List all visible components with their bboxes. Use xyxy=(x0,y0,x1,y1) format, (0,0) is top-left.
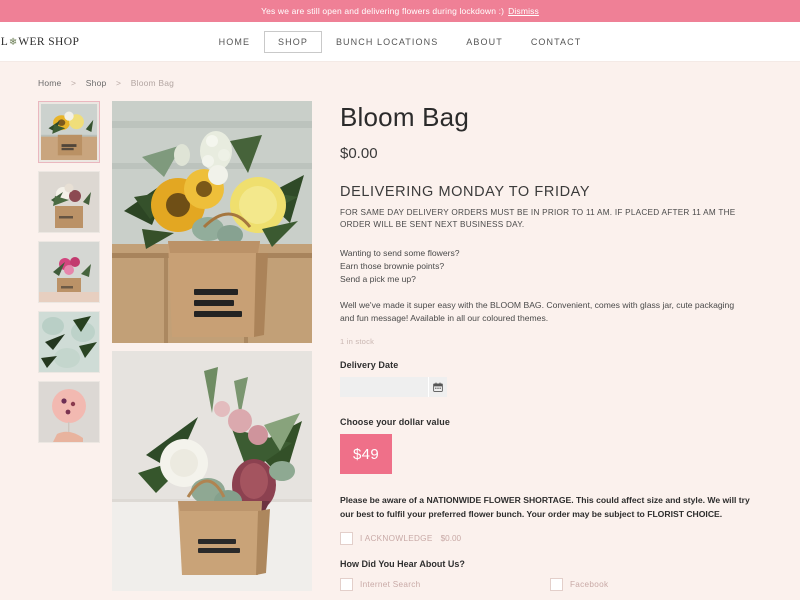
delivery-date-field xyxy=(340,377,772,398)
breadcrumb-home[interactable]: Home xyxy=(38,78,61,88)
product-gallery: HAPPY FREAKIN BIRTHDAY! xyxy=(112,98,312,600)
delivery-fineprint: FOR SAME DAY DELIVERY ORDERS MUST BE IN … xyxy=(340,208,736,229)
product-questions: Wanting to send some flowers? Earn those… xyxy=(340,247,460,285)
nav-item-shop[interactable]: SHOP xyxy=(264,30,322,53)
breadcrumb-current: Bloom Bag xyxy=(130,78,175,88)
thumbnail-item[interactable] xyxy=(38,241,100,303)
dismiss-link[interactable]: Dismiss xyxy=(508,6,539,16)
breadcrumb-separator: > xyxy=(71,78,77,88)
dollar-option-49[interactable]: $49 xyxy=(340,434,392,475)
survey-label-facebook: Facebook xyxy=(570,580,609,590)
announcement-bar: Yes we are still open and delivering flo… xyxy=(0,0,800,22)
site-logo[interactable]: FL ❄ WER SHOP xyxy=(0,36,79,48)
thumbnail-item[interactable] xyxy=(38,311,100,373)
thumbnail-item[interactable] xyxy=(38,381,100,443)
survey-checkbox-internet-search[interactable] xyxy=(340,578,353,592)
delivery-date-label: Delivery Date xyxy=(340,360,399,371)
survey-option-facebook: Facebook xyxy=(550,578,750,592)
thumbnail-image-1 xyxy=(41,104,97,160)
breadcrumb: Home > Shop > Bloom Bag xyxy=(0,62,800,98)
acknowledge-price: $0.00 xyxy=(440,534,462,544)
delivery-heading: DELIVERING MONDAY TO FRIDAY xyxy=(340,184,591,200)
announcement-text: Yes we are still open and delivering flo… xyxy=(261,6,505,16)
thumbnail-item[interactable] xyxy=(38,171,100,233)
product-detail: Bloom Bag $0.00 DELIVERING MONDAY TO FRI… xyxy=(312,98,780,600)
acknowledge-row: I ACKNOWLEDGE $0.00 xyxy=(340,532,772,546)
survey-checkbox-facebook[interactable] xyxy=(550,578,563,592)
thumbnail-image-2 xyxy=(39,172,99,232)
stock-status: 1 in stock xyxy=(340,337,375,347)
logo-text-suffix: WER SHOP xyxy=(18,35,80,48)
product-image-secondary[interactable]: YOU GOT THIS GIRL! xyxy=(112,351,312,591)
survey-options: Internet Search Facebook xyxy=(340,578,750,600)
breadcrumb-separator: > xyxy=(116,78,122,88)
survey-option-internet-search: Internet Search xyxy=(340,578,540,592)
thumbnail-list xyxy=(38,98,100,600)
survey-heading: How Did You Hear About Us? xyxy=(340,559,465,570)
logo-text-prefix: FL xyxy=(0,35,9,48)
product-page: HAPPY FREAKIN BIRTHDAY! xyxy=(0,98,800,600)
product-price: $0.00 xyxy=(340,145,378,162)
page-title: Bloom Bag xyxy=(340,102,469,132)
survey-label-internet-search: Internet Search xyxy=(360,580,421,590)
thumbnail-image-5 xyxy=(39,382,99,442)
product-blurb: Well we've made it super easy with the B… xyxy=(340,299,735,324)
nav-item-home[interactable]: HOME xyxy=(205,31,264,53)
thumbnail-image-3 xyxy=(39,242,99,302)
nav-item-contact[interactable]: CONTACT xyxy=(517,31,596,53)
dollar-value-label: Choose your dollar value xyxy=(340,417,450,428)
calendar-glyph xyxy=(433,382,443,393)
acknowledge-checkbox[interactable] xyxy=(340,532,353,546)
delivery-date-input[interactable] xyxy=(340,377,428,398)
thumbnail-item[interactable] xyxy=(38,101,100,163)
main-nav: HOME SHOP BUNCH LOCATIONS ABOUT CONTACT xyxy=(205,30,596,53)
nav-item-about[interactable]: ABOUT xyxy=(452,31,517,53)
thumbnail-image-4 xyxy=(39,312,99,372)
acknowledge-label: I ACKNOWLEDGE xyxy=(360,534,433,544)
nav-item-bunch-locations[interactable]: BUNCH LOCATIONS xyxy=(322,31,452,53)
calendar-icon[interactable] xyxy=(428,377,447,398)
flower-shortage-notice: Please be aware of a NATIONWIDE FLOWER S… xyxy=(340,495,750,520)
breadcrumb-shop[interactable]: Shop xyxy=(86,78,107,88)
flower-icon: ❄ xyxy=(8,37,18,48)
site-header: FL ❄ WER SHOP HOME SHOP BUNCH LOCATIONS … xyxy=(0,22,800,62)
product-image-primary[interactable]: HAPPY FREAKIN BIRTHDAY! xyxy=(112,101,312,343)
